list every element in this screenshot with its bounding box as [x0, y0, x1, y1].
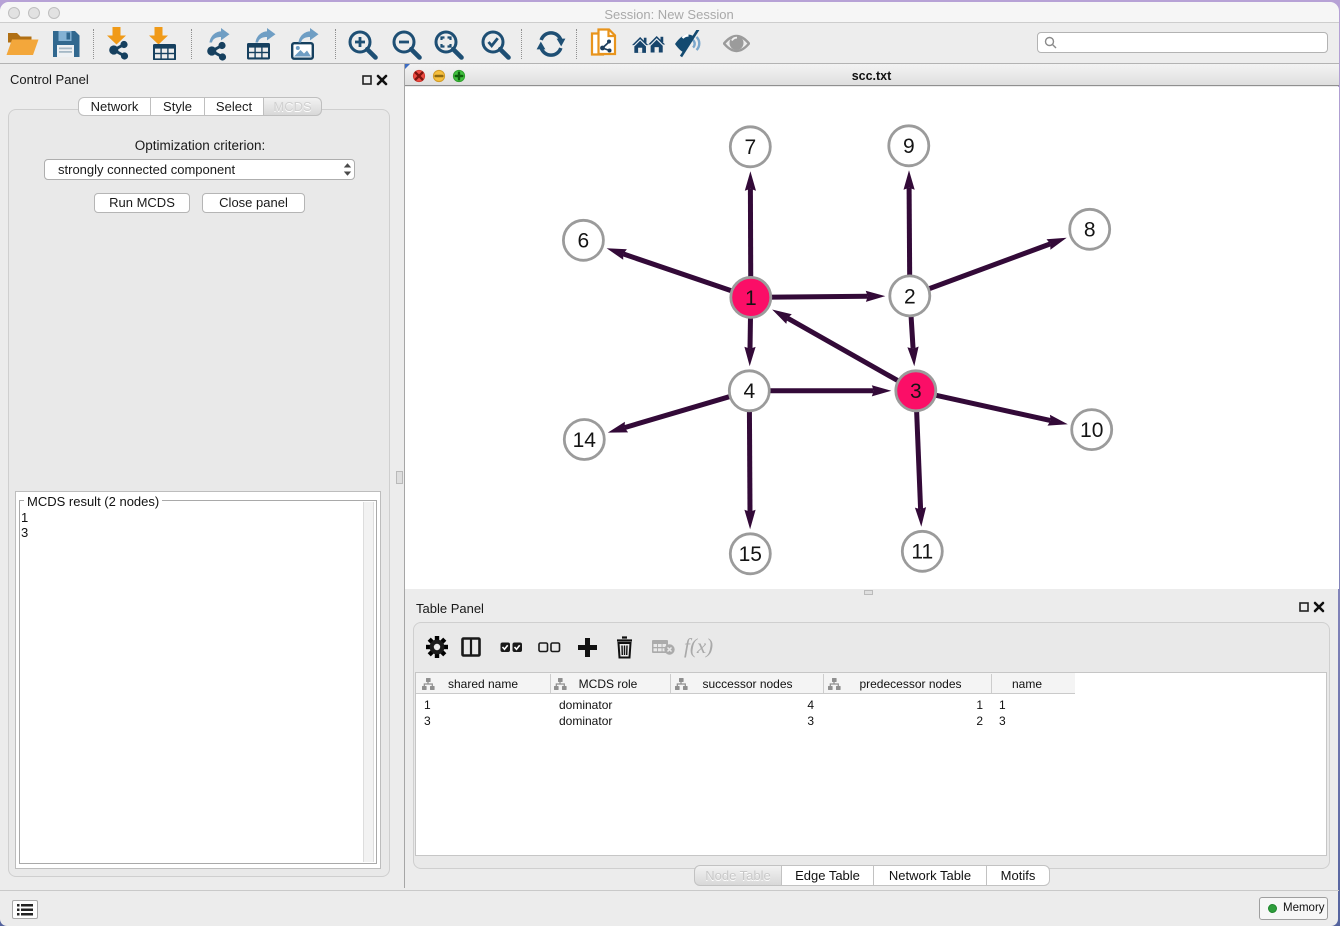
svg-text:1: 1: [745, 287, 757, 310]
svg-text:10: 10: [1080, 419, 1103, 442]
svg-text:9: 9: [903, 135, 915, 158]
svg-text:6: 6: [578, 230, 590, 253]
svg-text:15: 15: [739, 543, 762, 566]
svg-text:14: 14: [573, 429, 597, 452]
svg-text:4: 4: [743, 380, 755, 403]
svg-text:11: 11: [911, 541, 933, 564]
svg-text:7: 7: [744, 136, 756, 159]
svg-text:8: 8: [1084, 219, 1096, 242]
svg-text:2: 2: [904, 285, 916, 308]
svg-text:3: 3: [910, 380, 922, 403]
